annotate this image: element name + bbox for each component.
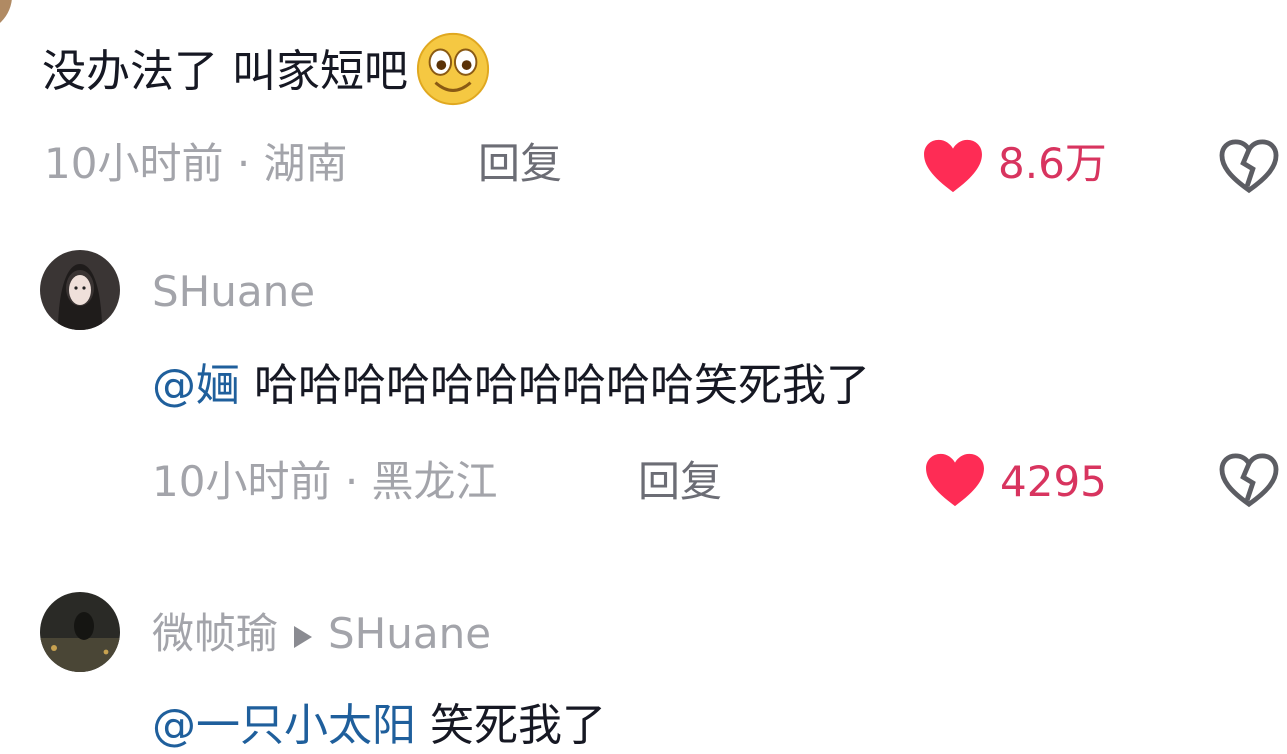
mention-link[interactable]: @一只小太阳 [152, 700, 416, 751]
user-avatar-image [40, 592, 120, 672]
comment-text: 没办法了 叫家短吧 [42, 32, 492, 108]
location: 湖南 [263, 139, 348, 188]
smiling-face-emoji-icon [416, 32, 490, 106]
user-avatar-image [40, 250, 120, 330]
like-count: 4295 [1000, 457, 1107, 506]
reply-header: 微帧瑜 SHuane [152, 610, 491, 658]
mention-link[interactable]: @婳 [152, 360, 240, 411]
timestamp: 10小时前 [152, 457, 332, 506]
comment-meta: 10小时前 · 黑龙江 [152, 458, 498, 506]
heart-icon[interactable] [922, 138, 984, 194]
comment-text: @婳 哈哈哈哈哈哈哈哈哈哈笑死我了 [152, 360, 870, 412]
broken-heart-icon[interactable] [1218, 452, 1280, 508]
comment-text: @一只小太阳 笑死我了 [152, 700, 606, 752]
avatar[interactable] [0, 0, 12, 32]
username[interactable]: SHuane [152, 268, 315, 316]
comment-meta: 10小时前 · 湖南 [44, 140, 348, 188]
broken-heart-icon[interactable] [1218, 138, 1280, 194]
reply-arrow-icon [294, 625, 313, 648]
avatar[interactable] [40, 592, 120, 672]
like-count: 8.6万 [998, 139, 1107, 188]
timestamp: 10小时前 [44, 139, 224, 188]
reply-to-username[interactable]: SHuane [328, 609, 491, 658]
location: 黑龙江 [371, 457, 498, 506]
separator: · [344, 457, 359, 506]
avatar[interactable] [40, 250, 120, 330]
comment-body: 笑死我了 [430, 700, 606, 751]
comment-body: 没办法了 叫家短吧 [42, 46, 408, 97]
separator: · [236, 139, 251, 188]
heart-icon[interactable] [924, 452, 986, 508]
comment-body: 哈哈哈哈哈哈哈哈哈哈笑死我了 [254, 360, 870, 411]
reply-button[interactable]: 回复 [638, 458, 722, 506]
username[interactable]: 微帧瑜 [152, 609, 278, 658]
reply-button[interactable]: 回复 [478, 140, 562, 188]
